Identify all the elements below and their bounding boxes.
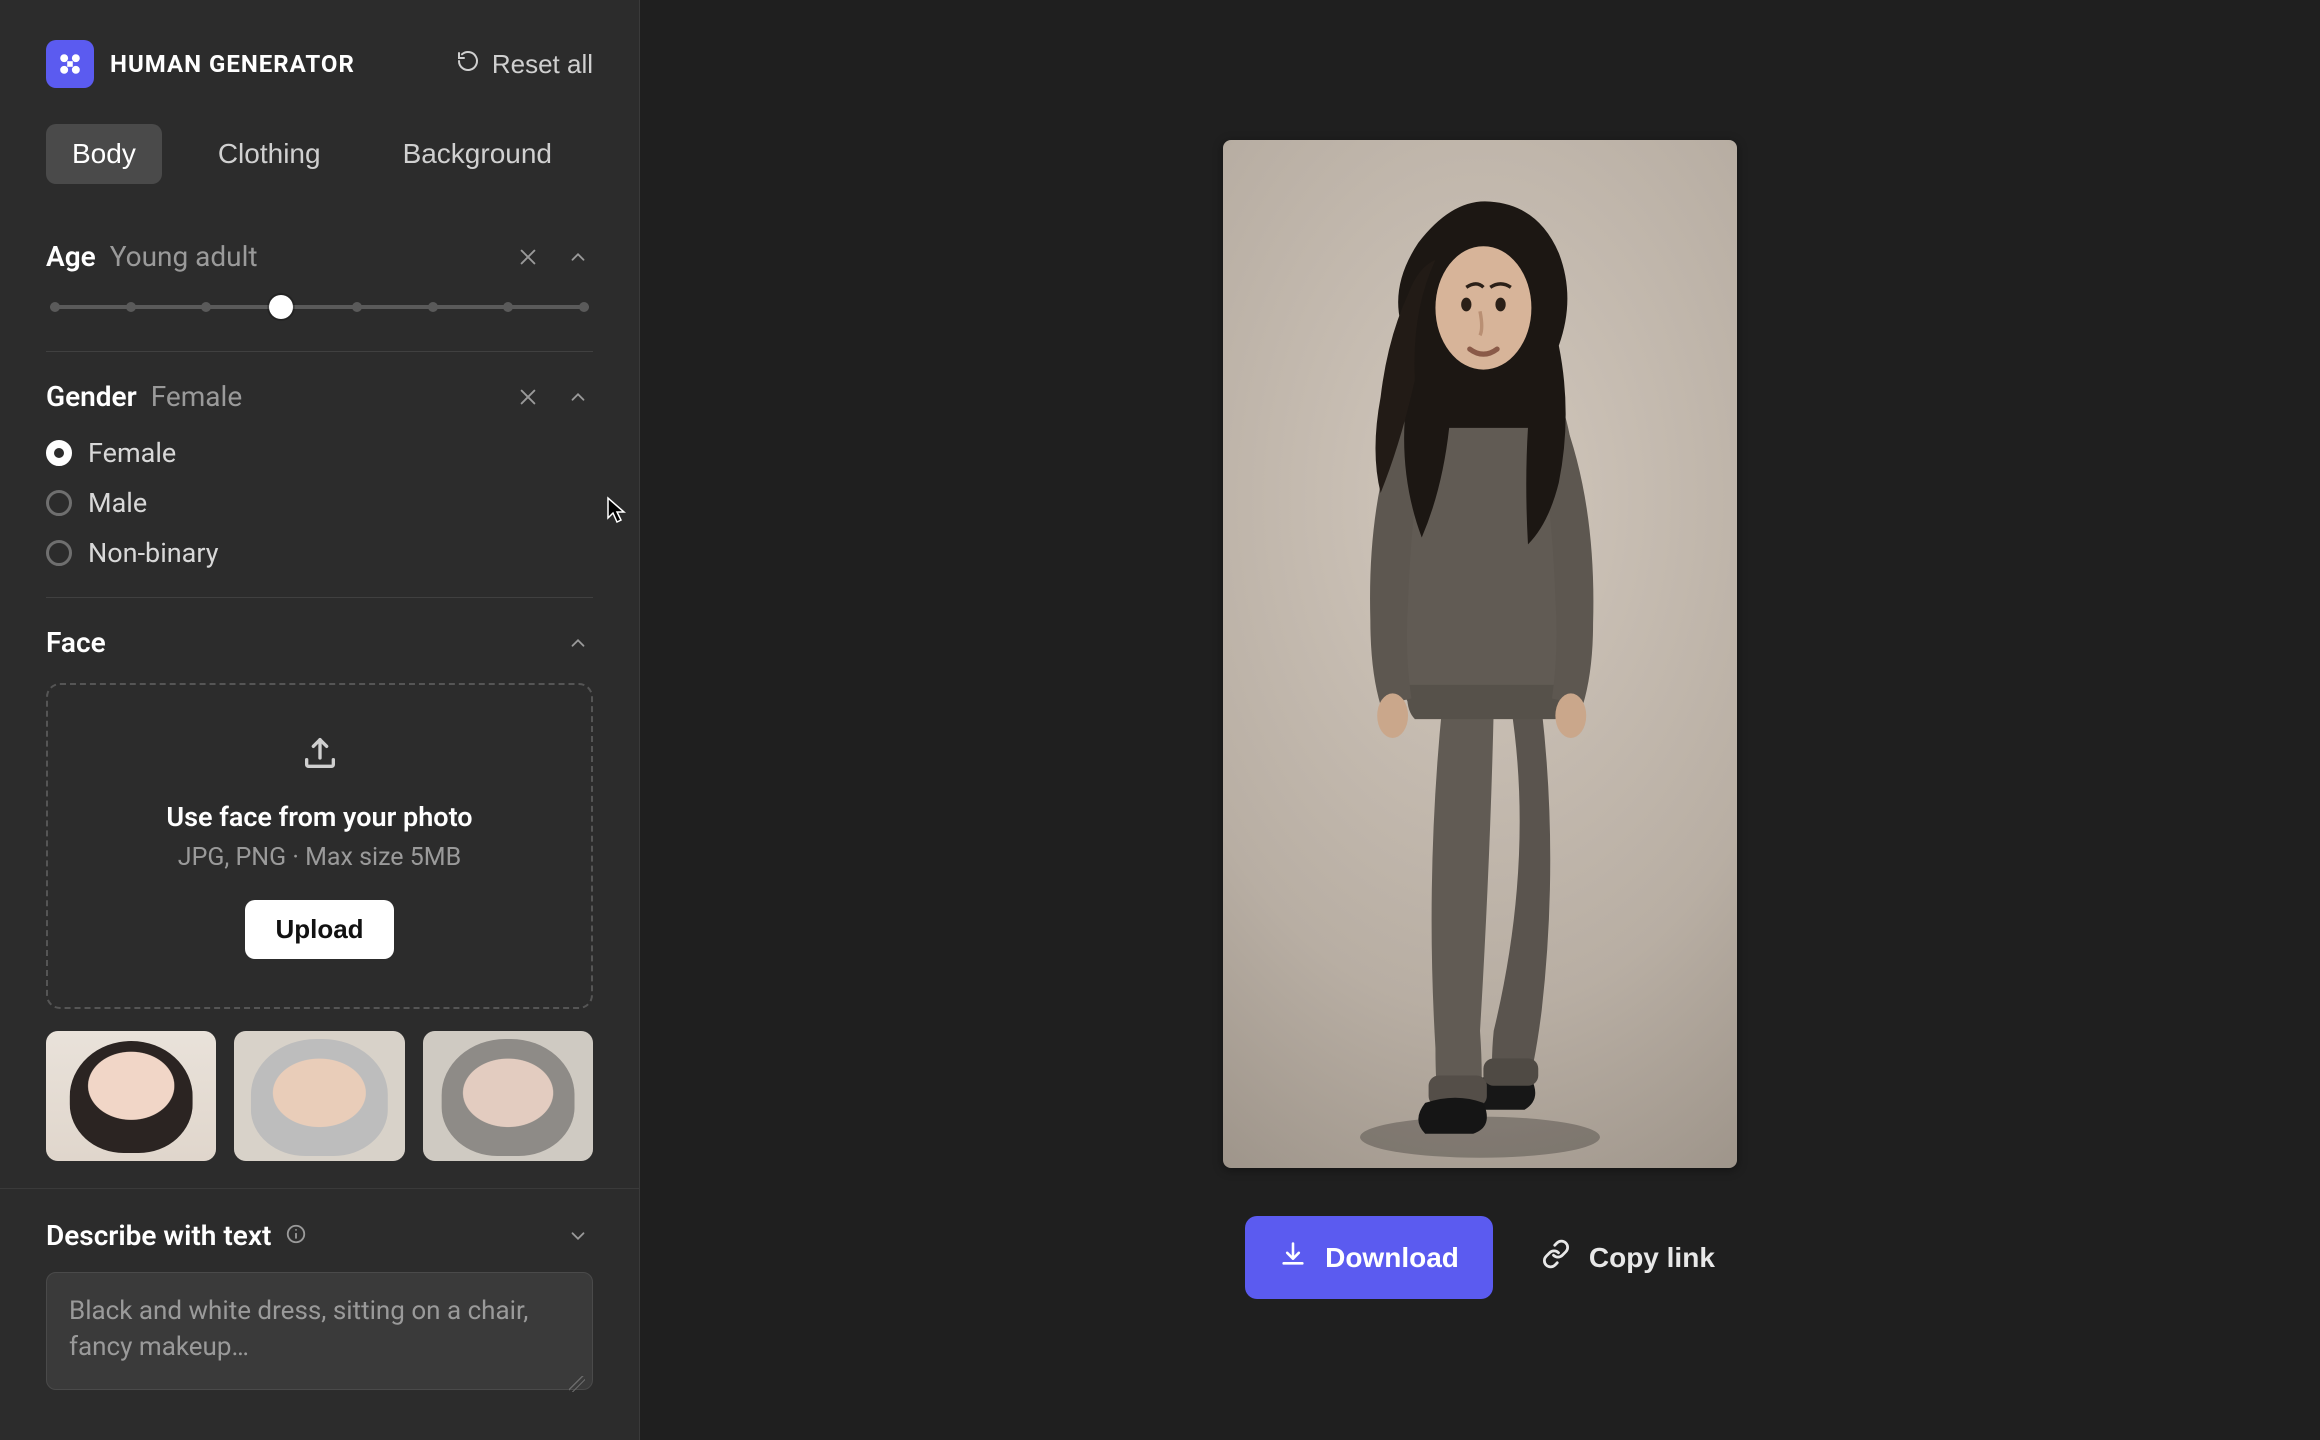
section-gender-head: Gender Female	[46, 380, 593, 413]
gender-clear-button[interactable]	[513, 382, 543, 412]
section-age: Age Young adult	[46, 240, 593, 352]
radio-icon	[46, 540, 72, 566]
sidebar: HUMAN GENERATOR Reset all Body Clothing …	[0, 0, 640, 1440]
brand: HUMAN GENERATOR	[46, 40, 355, 88]
describe-title: Describe with text	[46, 1219, 271, 1252]
copy-link-label: Copy link	[1589, 1242, 1715, 1274]
face-preset-2[interactable]	[234, 1031, 404, 1161]
gender-option-female[interactable]: Female	[46, 437, 593, 469]
section-face-head: Face	[46, 626, 593, 659]
gender-option-label: Non-binary	[88, 537, 219, 569]
header-row: HUMAN GENERATOR Reset all	[46, 40, 593, 88]
face-title: Face	[46, 626, 106, 659]
face-preset-1[interactable]	[46, 1031, 216, 1161]
age-collapse-button[interactable]	[563, 242, 593, 272]
gender-value: Female	[151, 380, 242, 413]
age-actions	[513, 242, 593, 272]
describe-head: Describe with text	[46, 1219, 593, 1252]
gender-option-label: Male	[88, 487, 147, 519]
download-icon	[1279, 1240, 1307, 1275]
download-label: Download	[1325, 1242, 1459, 1274]
upload-button[interactable]: Upload	[245, 900, 393, 959]
section-describe: Describe with text	[0, 1188, 639, 1434]
tab-body[interactable]: Body	[46, 124, 162, 184]
gender-radio-list: Female Male Non-binary	[46, 437, 593, 569]
reset-all-button[interactable]: Reset all	[456, 49, 593, 80]
gender-option-male[interactable]: Male	[46, 487, 593, 519]
age-slider-thumb[interactable]	[269, 295, 293, 319]
describe-input[interactable]	[46, 1272, 593, 1390]
section-face: Face Use face from your photo JPG, PN	[46, 626, 593, 1161]
age-slider[interactable]	[50, 297, 589, 317]
action-row: Download Copy link	[1245, 1216, 1715, 1299]
describe-expand-button[interactable]	[563, 1221, 593, 1251]
tab-clothing[interactable]: Clothing	[192, 124, 347, 184]
age-title: Age	[46, 240, 96, 273]
copy-link-button[interactable]: Copy link	[1541, 1239, 1715, 1276]
tabs: Body Clothing Background	[46, 124, 593, 184]
info-icon	[285, 1223, 307, 1249]
reset-label: Reset all	[492, 49, 593, 80]
radio-icon	[46, 490, 72, 516]
reset-icon	[456, 49, 480, 80]
age-value: Young adult	[110, 240, 258, 273]
face-upload-dropzone[interactable]: Use face from your photo JPG, PNG · Max …	[46, 683, 593, 1009]
face-preset-3[interactable]	[423, 1031, 593, 1161]
radio-icon	[46, 440, 72, 466]
sidebar-scroll: HUMAN GENERATOR Reset all Body Clothing …	[0, 0, 639, 1188]
age-clear-button[interactable]	[513, 242, 543, 272]
gender-option-nonbinary[interactable]: Non-binary	[46, 537, 593, 569]
gender-collapse-button[interactable]	[563, 382, 593, 412]
face-actions	[563, 628, 593, 658]
brand-name: HUMAN GENERATOR	[110, 50, 355, 78]
section-gender: Gender Female Female	[46, 380, 593, 598]
gender-title: Gender	[46, 380, 137, 413]
face-preset-row	[46, 1031, 593, 1161]
describe-actions	[563, 1221, 593, 1251]
upload-icon	[68, 733, 571, 777]
upload-title: Use face from your photo	[68, 801, 571, 833]
canvas-area: Download Copy link	[640, 0, 2320, 1440]
section-age-head: Age Young adult	[46, 240, 593, 273]
gender-option-label: Female	[88, 437, 176, 469]
download-button[interactable]: Download	[1245, 1216, 1493, 1299]
face-collapse-button[interactable]	[563, 628, 593, 658]
generated-figure	[1223, 140, 1737, 1168]
generated-image	[1223, 140, 1737, 1168]
link-icon	[1541, 1239, 1571, 1276]
brand-icon	[46, 40, 94, 88]
gender-actions	[513, 382, 593, 412]
tab-background[interactable]: Background	[377, 124, 578, 184]
upload-hint: JPG, PNG · Max size 5MB	[68, 843, 571, 872]
